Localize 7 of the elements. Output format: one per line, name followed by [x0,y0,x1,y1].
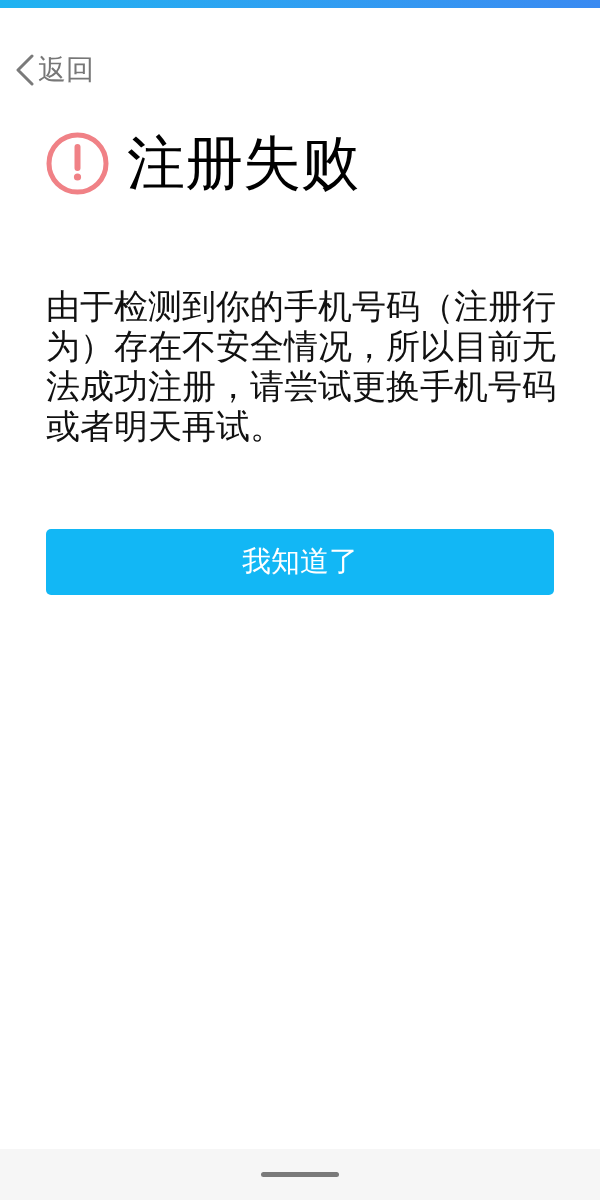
acknowledge-button[interactable]: 我知道了 [46,529,554,595]
page-title: 注册失败 [127,129,359,197]
back-button[interactable]: 返回 [14,52,94,88]
back-chevron-icon [14,54,34,86]
error-exclamation-icon [46,131,109,195]
error-message: 由于检测到你的手机号码（注册行为）存在不安全情况，所以目前无法成功注册，请尝试更换手机号码或者明天再试。 [46,287,557,447]
home-indicator[interactable] [261,1172,339,1177]
